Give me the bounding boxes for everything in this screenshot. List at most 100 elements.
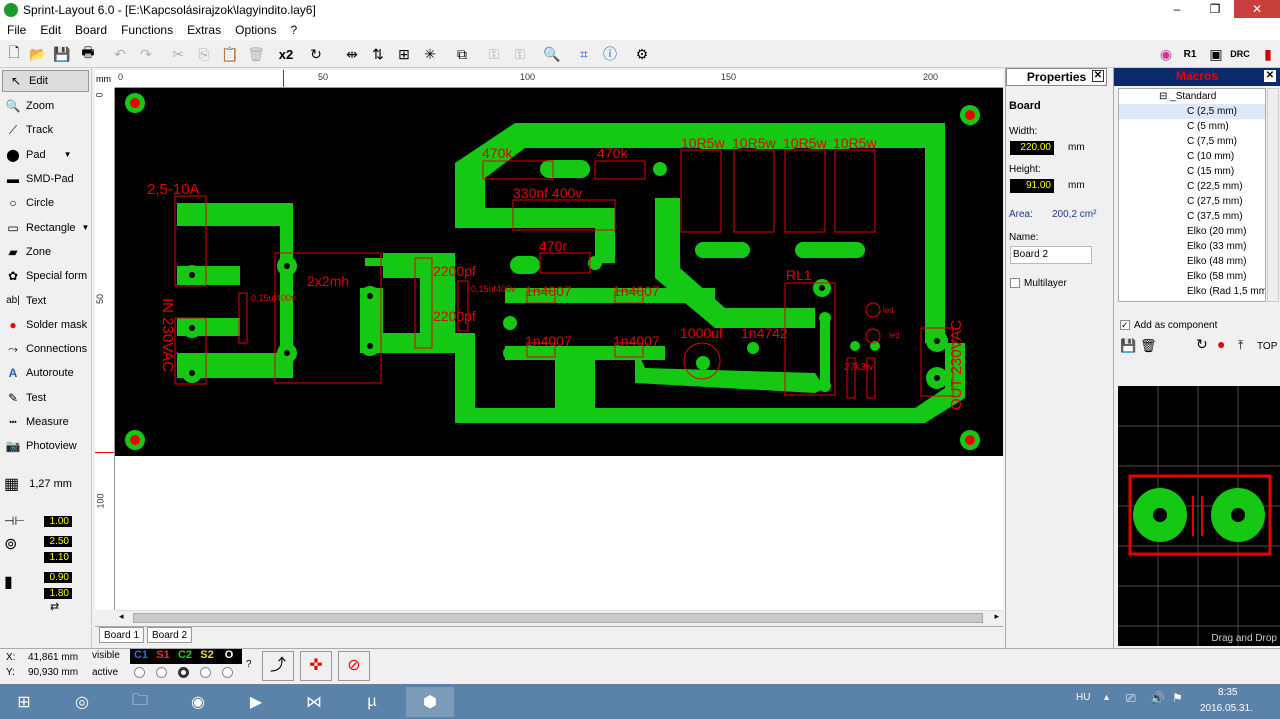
media-icon[interactable]: ◉ (174, 687, 222, 717)
tree-item[interactable]: C (10 mm) (1119, 149, 1265, 164)
copy-icon[interactable]: ⎘ (194, 44, 214, 64)
tree-item[interactable]: C (7,5 mm) (1119, 134, 1265, 149)
flag-icon[interactable]: ⚑ (1172, 691, 1183, 705)
group-icon[interactable]: ⧉ (452, 44, 472, 64)
upload-icon[interactable]: ⤒ (1238, 338, 1243, 353)
scroll-thumb[interactable] (133, 613, 983, 623)
tool-circle[interactable]: ○ Circle (0, 191, 91, 215)
cut-icon[interactable]: ✂ (168, 44, 188, 64)
tree-scrollbar[interactable] (1267, 88, 1279, 302)
layer-s2[interactable]: S2 (196, 649, 218, 664)
crosshair-icon[interactable]: ✜ (300, 651, 332, 681)
crop-icon[interactable]: ⌗ (574, 44, 594, 64)
chevron-down-icon[interactable]: ▼ (64, 150, 72, 159)
info-icon[interactable]: ⓘ (600, 44, 620, 64)
macro-preview[interactable]: Drag and Drop (1118, 386, 1280, 646)
height-field[interactable]: 91.00 (1010, 179, 1054, 193)
start-button-icon[interactable]: ⊞ (0, 687, 48, 717)
mirror-h-icon[interactable]: ⇹ (342, 44, 362, 64)
delete-icon[interactable]: 🗑 (246, 44, 266, 64)
menu-functions[interactable]: Functions (114, 23, 180, 37)
volume-icon[interactable]: 🔊 (1150, 691, 1165, 705)
tool-solder-mask[interactable]: ● Solder mask (0, 313, 91, 337)
tree-item[interactable]: C (2,5 mm) (1119, 104, 1265, 119)
align-icon[interactable]: ⊞ (394, 44, 414, 64)
layer-s1[interactable]: S1 (152, 649, 174, 664)
duplicate-button[interactable]: x2 (276, 44, 296, 64)
mirror-v-icon[interactable]: ⇅ (368, 44, 388, 64)
menu-board[interactable]: Board (68, 23, 114, 37)
pad-inner-field[interactable]: 1.10 (44, 552, 72, 563)
r1-icon[interactable]: R1 (1180, 44, 1200, 64)
scroll-left-icon[interactable]: ◂ (119, 611, 124, 622)
radio-c2[interactable] (178, 667, 189, 678)
macro-tree[interactable]: ⊟ _Standard C (2,5 mm) C (5 mm) C (7,5 m… (1118, 88, 1266, 302)
tree-folder[interactable]: ⊟ _Standard (1119, 89, 1265, 104)
tree-item[interactable]: C (5 mm) (1119, 119, 1265, 134)
top-label[interactable]: TOP (1257, 341, 1277, 352)
open-file-icon[interactable]: 📂 (28, 44, 48, 64)
tree-item[interactable]: Elko (48 mm) (1119, 254, 1265, 269)
swap-icon[interactable]: ⇄ (50, 600, 59, 613)
close-icon[interactable]: ✕ (1092, 70, 1104, 82)
test-toolbar-icon[interactable]: ▣ (1206, 44, 1226, 64)
drc-icon[interactable]: DRC (1230, 44, 1250, 64)
board-name-field[interactable]: Board 2 (1010, 246, 1092, 264)
track-width-field[interactable]: 1.00 (44, 516, 72, 527)
smd-width-field[interactable]: 0.90 (44, 572, 72, 583)
rotate-icon[interactable]: ↻ (306, 44, 326, 64)
menu-file[interactable]: File (0, 23, 33, 37)
rubberband-icon[interactable]: ⊘ (338, 651, 370, 681)
clock-time[interactable]: 8:35 (1218, 687, 1237, 698)
unlock-icon[interactable]: ⚿ (510, 44, 530, 64)
tool-zoom[interactable]: 🔍 Zoom (0, 94, 91, 118)
explorer-icon[interactable]: 🗀 (116, 687, 164, 717)
radio-s2[interactable] (200, 667, 211, 678)
tool-track[interactable]: ⟋ Track (0, 118, 91, 142)
multilayer-checkbox[interactable] (1010, 278, 1020, 288)
player-icon[interactable]: ▶ (232, 687, 280, 717)
tool-test[interactable]: ✎ Test (0, 386, 91, 410)
close-button[interactable]: ✕ (1234, 0, 1280, 18)
rotate-icon[interactable]: ↻ (1196, 336, 1208, 353)
help-icon[interactable]: ? (246, 659, 252, 670)
tool-smd-pad[interactable]: ▬ SMD-Pad (0, 167, 91, 191)
tool-special-form[interactable]: ✿ Special form (0, 264, 91, 288)
new-file-icon[interactable]: 🗋 (4, 44, 24, 64)
add-component-checkbox[interactable]: ✓ (1120, 320, 1130, 330)
menu-extras[interactable]: Extras (180, 23, 228, 37)
tree-item[interactable]: Elko (58 mm) (1119, 269, 1265, 284)
undo-icon[interactable]: ↶ (110, 44, 130, 64)
tool-rectangle[interactable]: ▭ Rectangle ▼ (0, 215, 91, 239)
tool-text[interactable]: ab| Text (0, 288, 91, 312)
tree-item[interactable]: Elko (33 mm) (1119, 239, 1265, 254)
layer-c1[interactable]: C1 (130, 649, 152, 664)
save-icon[interactable]: 💾 (52, 44, 72, 64)
clock-date[interactable]: 2016.05.31. (1200, 703, 1253, 714)
export-icon[interactable]: ▮ (1258, 44, 1278, 64)
tool-zone[interactable]: ▰ Zone (0, 240, 91, 264)
scroll-right-icon[interactable]: ▸ (994, 611, 999, 622)
horizontal-scrollbar[interactable]: ◂ ▸ (115, 610, 1003, 624)
tree-item[interactable]: Elko (Rad 1,5 mm (1119, 284, 1265, 299)
tool-photoview[interactable]: 📷 Photoview (0, 434, 91, 458)
menu-edit[interactable]: Edit (33, 23, 68, 37)
connections-toggle-icon[interactable]: ⤴ (262, 651, 294, 681)
tree-item[interactable]: C (37,5 mm) (1119, 209, 1265, 224)
smd-height-field[interactable]: 1.80 (44, 588, 72, 599)
tool-edit[interactable]: ↖ Edit (2, 70, 89, 92)
paste-icon[interactable]: 📋 (220, 44, 240, 64)
grid-selector[interactable]: ▦ 1,27 mm (4, 474, 72, 494)
sprint-layout-icon[interactable]: ⬢ (406, 687, 454, 717)
layer-o[interactable]: O (218, 649, 240, 664)
pad-outer-field[interactable]: 2.50 (44, 536, 72, 547)
redo-icon[interactable]: ↷ (136, 44, 156, 64)
tree-item[interactable]: C (15 mm) (1119, 164, 1265, 179)
tab-board-2[interactable]: Board 2 (147, 627, 193, 643)
tree-item[interactable]: C (27,5 mm) (1119, 194, 1265, 209)
tool-autoroute[interactable]: A Autoroute (0, 361, 91, 385)
tool-measure[interactable]: ┅ Measure (0, 410, 91, 434)
lock-icon[interactable]: ⚿ (484, 44, 504, 64)
vs-icon[interactable]: ⋈ (290, 687, 338, 717)
snap-icon[interactable]: ✳ (420, 44, 440, 64)
